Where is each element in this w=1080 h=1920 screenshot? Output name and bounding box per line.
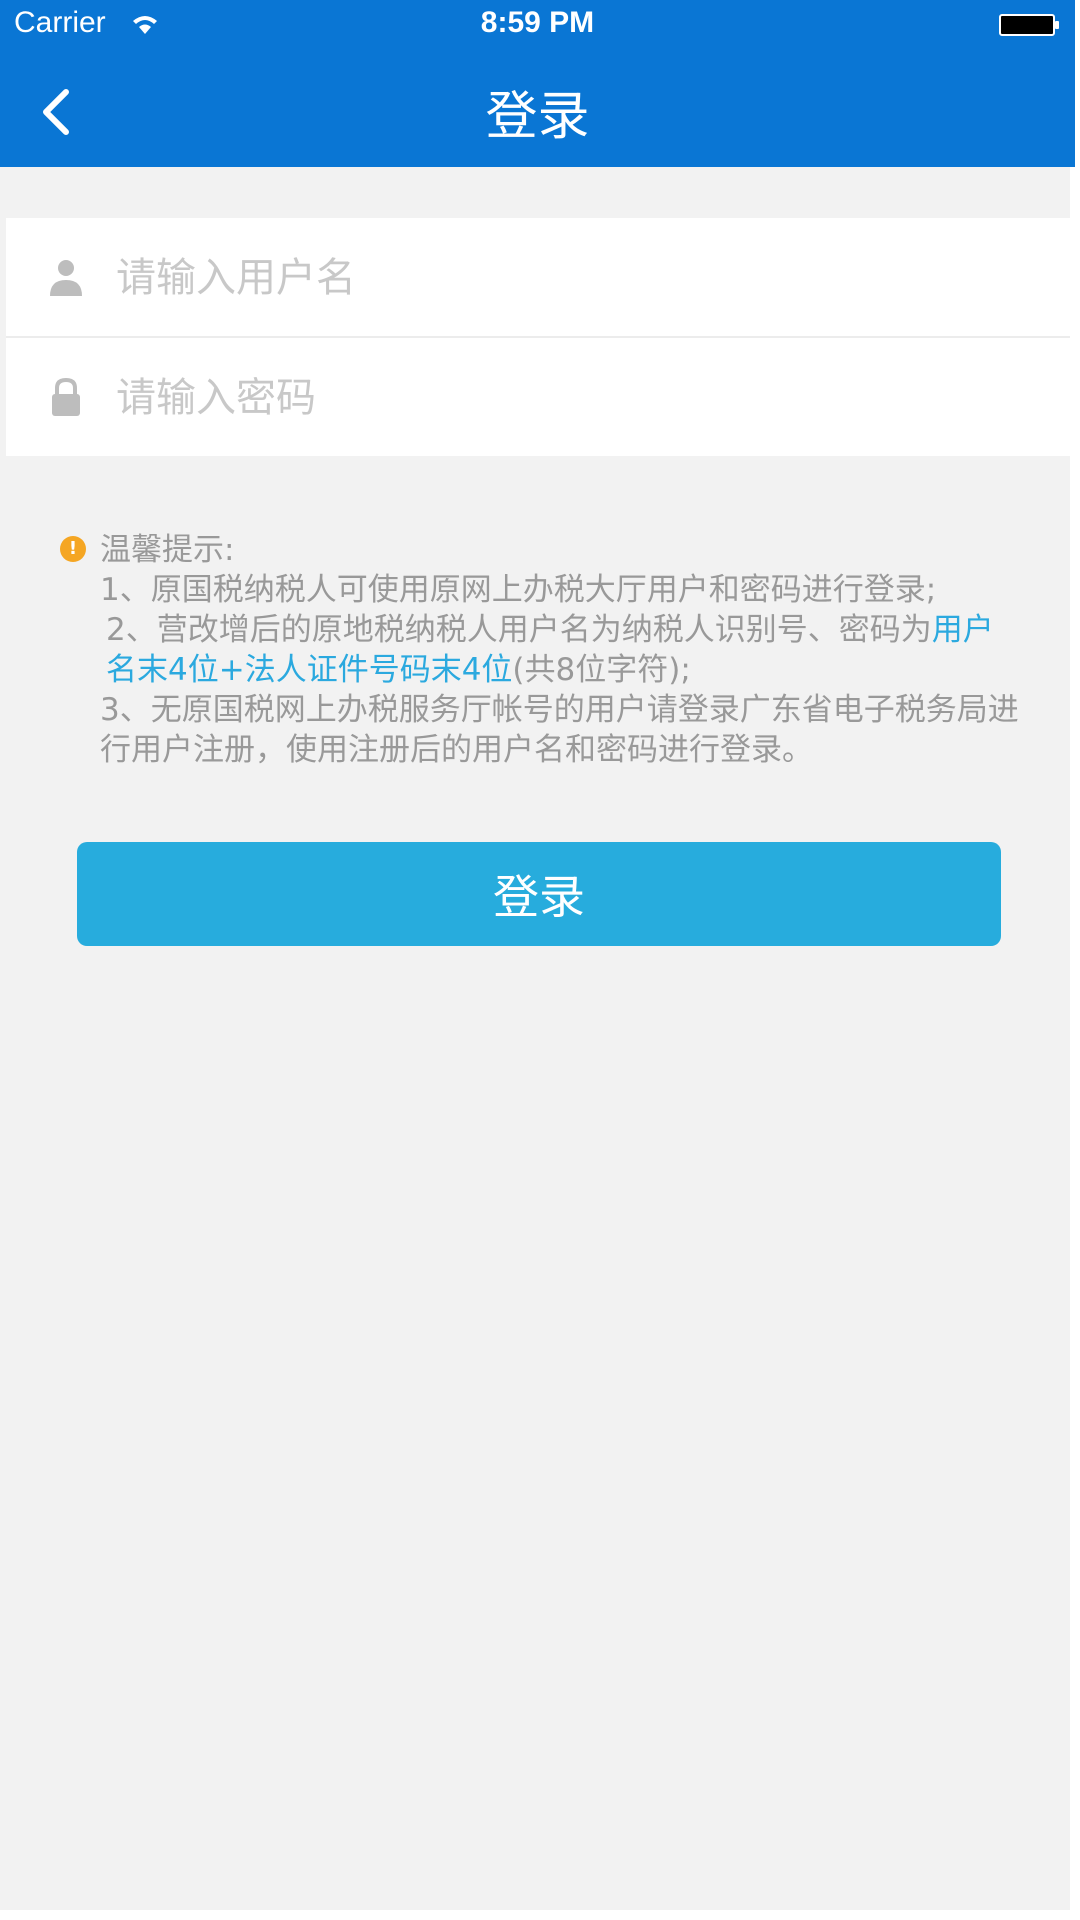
battery-icon	[999, 14, 1059, 36]
tips-line-3: 3、无原国税网上办税服务厅帐号的用户请登录广东省电子税务局进行用户注册，使用注册…	[100, 692, 1019, 768]
username-input[interactable]	[114, 244, 1018, 312]
username-field	[6, 218, 1070, 338]
login-form	[6, 218, 1070, 456]
status-bar: Carrier 8:59 PM	[0, 0, 1075, 50]
lock-icon	[52, 377, 80, 416]
password-field	[6, 338, 1070, 456]
tips-line-2-prefix: 2、营改增后的原地税纳税人用户名为纳税人识别号、密码为	[106, 612, 932, 648]
tips-body: 温馨提示: 1、原国税纳税人可使用原网上办税大厅用户和密码进行登录; 2、营改增…	[100, 530, 1020, 770]
header: Carrier 8:59 PM 登录	[0, 0, 1075, 167]
tips-section: ! 温馨提示: 1、原国税纳税人可使用原网上办税大厅用户和密码进行登录; 2、营…	[60, 530, 1020, 770]
tips-heading: 温馨提示:	[100, 532, 235, 568]
user-icon	[50, 260, 82, 296]
login-button[interactable]: 登录	[77, 842, 1001, 946]
tips-line-2: 2、营改增后的原地税纳税人用户名为纳税人识别号、密码为用户名末4位+法人证件号码…	[100, 610, 1020, 690]
status-time: 8:59 PM	[480, 6, 595, 39]
nav-bar: 登录	[0, 60, 1075, 160]
login-screen: Carrier 8:59 PM 登录 请输入用户名 ! 温馨提示: 1、原国税纳…	[0, 0, 1075, 1910]
page-title: 登录	[485, 87, 590, 147]
tips-line-2-suffix: (共8位字符);	[512, 652, 691, 688]
tips-line-1: 1、原国税纳税人可使用原网上办税大厅用户和密码进行登录;	[100, 572, 937, 608]
info-icon: !	[60, 536, 86, 562]
password-input[interactable]	[114, 364, 1018, 432]
